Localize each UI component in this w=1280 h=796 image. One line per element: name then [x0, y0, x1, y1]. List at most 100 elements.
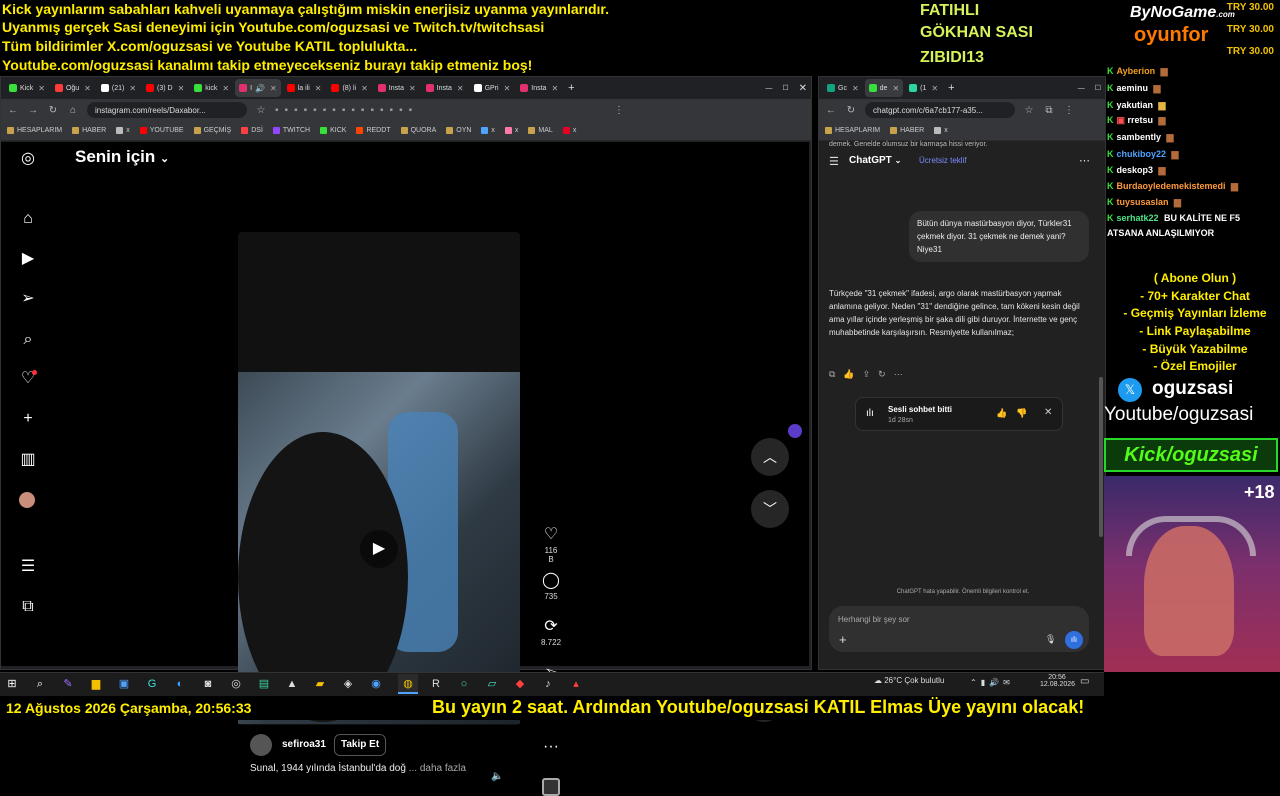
prompt-input[interactable]: Herhangi bir şey sor [838, 615, 910, 624]
notification-icon[interactable]: ▭ [1080, 676, 1089, 687]
attach-plus-icon[interactable]: + [839, 632, 847, 647]
left-url-field[interactable]: instagram.com/reels/Daxabor... [87, 102, 247, 118]
new-tab-button-right[interactable]: + [944, 79, 958, 97]
bookmark-x-right[interactable]: x [934, 127, 948, 134]
tab-youtube-a[interactable]: la ili ✕ [283, 79, 326, 97]
taskbar-search-icon[interactable]: ⌕ [32, 674, 48, 694]
tab-gpri[interactable]: GPri ✕ [470, 79, 515, 97]
minimize-button-right[interactable]: — [1074, 79, 1089, 97]
tab-chatgpt-1[interactable]: Gc ✕ [823, 79, 863, 97]
voice-close-icon[interactable]: ✕ [1044, 407, 1052, 418]
camera-icon[interactable]: ◙ [200, 674, 216, 694]
clock[interactable]: 20:56 12.08.2026 [1040, 674, 1075, 688]
reload-icon[interactable]: ↻ [47, 105, 59, 116]
tab-kick[interactable]: Kick ✕ [5, 79, 49, 97]
voice-mode-icon[interactable]: ılı [1065, 631, 1083, 649]
profile-avatar[interactable] [19, 492, 37, 510]
more-menu-icon[interactable]: ☰ [19, 558, 37, 576]
bookmark-kick[interactable]: KICK [320, 127, 346, 134]
tab-right-3[interactable]: (1 ✕ [905, 79, 942, 97]
back-icon[interactable]: ← [7, 105, 19, 116]
sidebar-menu-icon[interactable]: ☰ [829, 155, 839, 168]
audio-thumb[interactable] [541, 778, 561, 796]
bookmark-haber[interactable]: HABER [72, 127, 106, 134]
scrollbar[interactable] [1099, 377, 1103, 537]
taskbar-app-1[interactable]: ✎ [60, 674, 76, 694]
taskbar-app-13[interactable]: ▴ [568, 674, 584, 694]
bookmark-twitch[interactable]: TWITCH [272, 127, 310, 134]
menu-dots-icon-right[interactable]: ⋮ [1063, 105, 1075, 116]
bookmark-quora[interactable]: QUORA [400, 127, 436, 134]
back-icon-right[interactable]: ← [825, 105, 837, 116]
bookmark-oyn[interactable]: OYN [446, 127, 471, 134]
home-icon[interactable]: ⌂ [67, 105, 79, 116]
voice-dislike-icon[interactable]: 👎 [1016, 408, 1027, 419]
bookmark-pinterest[interactable]: x [562, 127, 576, 134]
model-selector[interactable]: ChatGPT ⌄ [849, 155, 901, 166]
tab-kick-right[interactable]: de ✕ [864, 79, 904, 97]
bookmark-x-2[interactable]: x [481, 127, 495, 134]
messages-nav-icon[interactable]: ➢ [19, 290, 37, 308]
bookmark-dsi[interactable]: DSİ [241, 127, 263, 134]
star-icon[interactable]: ☆ [255, 105, 267, 116]
free-offer-link[interactable]: Ücretsiz teklif [919, 156, 967, 165]
author-avatar[interactable] [250, 734, 272, 756]
bookmark-hesaplarim[interactable]: HESAPLARIM [7, 127, 62, 134]
home-nav-icon[interactable]: ⌂ [19, 210, 37, 228]
new-tab-button[interactable]: + [564, 79, 578, 97]
dashboard-icon[interactable]: ▥ [19, 451, 37, 469]
minimize-button[interactable]: — [761, 79, 776, 97]
star-icon-right[interactable]: ☆ [1023, 105, 1035, 116]
more-link[interactable]: ... daha fazla [409, 763, 466, 774]
search-nav-icon[interactable]: ⌕ [19, 331, 37, 349]
tab-21[interactable]: (21) ✕ [97, 79, 140, 97]
taskbar-app-7[interactable]: ◈ [340, 674, 356, 694]
taskbar-app-5[interactable]: ▲ [284, 674, 300, 694]
create-plus-icon[interactable]: + [19, 410, 37, 428]
chat-options-icon[interactable]: ⋯ [1079, 154, 1090, 167]
instagram-logo-icon[interactable]: ◎ [19, 150, 37, 168]
tab-insta-1[interactable]: Insta ✕ [374, 79, 420, 97]
tab-instagram-active[interactable]: I 🔊 ✕ [235, 79, 281, 97]
bookmark-reddit[interactable]: REDDT [356, 127, 391, 134]
bookmark-gecmis[interactable]: GEÇMİŞ [193, 127, 231, 134]
maximize-button-right[interactable]: ☐ [1091, 79, 1105, 97]
extensions-icon-right[interactable]: ⧉ [1043, 105, 1055, 116]
also-from-meta-icon[interactable]: ⧉ [19, 598, 37, 616]
menu-dots-icon[interactable]: ⋮ [613, 105, 625, 116]
next-reel-button[interactable]: ﹀ [751, 490, 789, 528]
taskbar-app-8[interactable]: ◉ [368, 674, 384, 694]
like-button[interactable]: ♡ 116 B [541, 526, 561, 564]
close-window-button[interactable]: ✕ [795, 79, 811, 97]
reply-actions[interactable]: ⧉👍⇪↻⋯ [829, 369, 911, 380]
taskbar-app-9[interactable]: R [428, 674, 444, 694]
tab-oguz[interactable]: Oğu ✕ [51, 79, 95, 97]
taskbar-app-12[interactable]: ♪ [540, 674, 556, 694]
taskbar-app-2[interactable]: ▣ [116, 674, 132, 694]
voice-like-icon[interactable]: 👍 [996, 408, 1007, 419]
feed-selector[interactable]: Senin için ⌄ [75, 147, 169, 167]
follow-button[interactable]: Takip Et [334, 734, 387, 756]
taskbar-app-4[interactable]: ▤ [256, 674, 272, 694]
bookmark-youtube[interactable]: YOUTUBE [139, 127, 184, 134]
start-icon[interactable]: ⊞ [4, 674, 20, 694]
chrome-icon[interactable]: ◍ [398, 674, 418, 694]
maximize-button[interactable]: ☐ [778, 79, 792, 97]
forward-icon[interactable]: → [27, 105, 39, 116]
tab-insta-2[interactable]: Insta ✕ [422, 79, 468, 97]
taskbar-app-6[interactable]: ▰ [312, 674, 328, 694]
taskbar-app-11[interactable]: ▱ [484, 674, 500, 694]
mute-icon[interactable]: 🔈 [491, 771, 503, 782]
obs-icon[interactable]: ◎ [228, 674, 244, 694]
reload-icon-right[interactable]: ↻ [845, 105, 857, 116]
play-icon[interactable]: ▶ [360, 530, 398, 568]
file-explorer-icon[interactable]: ▆ [88, 674, 104, 694]
tab-youtube-b[interactable]: (8) li ✕ [327, 79, 371, 97]
right-url-field[interactable]: chatgpt.com/c/6a7cb177-a35... [865, 102, 1015, 118]
bookmark-x[interactable]: x [116, 127, 130, 134]
taskbar-app-10[interactable]: ○ [456, 674, 472, 694]
repost-button[interactable]: ⟳ 8.722 [541, 618, 561, 647]
more-options-button[interactable]: ··· [541, 738, 561, 756]
tab-kick-2[interactable]: kick ✕ [190, 79, 233, 97]
edge-icon[interactable]: ◐ [172, 674, 188, 694]
